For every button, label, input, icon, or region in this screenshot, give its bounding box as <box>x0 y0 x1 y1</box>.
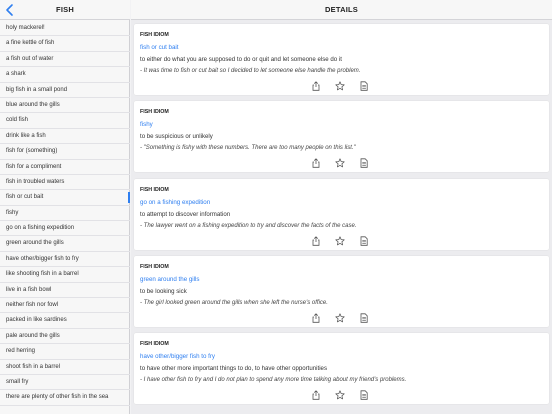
idiom-link[interactable]: green around the gills <box>140 276 200 283</box>
card-actions <box>311 236 371 246</box>
idiom-example: - The girl looked green around the gills… <box>140 300 328 306</box>
sidebar-item[interactable]: holy mackerel! <box>0 21 130 37</box>
document-icon[interactable] <box>359 390 369 400</box>
idiom-meaning: to be looking sick <box>140 288 187 295</box>
sidebar-item[interactable]: there are plenty of other fish in the se… <box>0 390 130 406</box>
card-actions <box>311 158 371 168</box>
card-actions <box>311 390 371 400</box>
document-icon[interactable] <box>359 236 369 246</box>
sidebar-item[interactable]: have other/bigger fish to fry <box>0 252 130 268</box>
share-icon[interactable] <box>311 236 321 246</box>
idiom-example: - I have other fish to fry and I do not … <box>140 377 407 383</box>
card-actions <box>311 81 371 91</box>
sidebar-item[interactable]: neither fish nor fowl <box>0 298 130 314</box>
sidebar-item[interactable]: fish for a compliment <box>0 160 130 175</box>
sidebar-item[interactable]: fishy <box>0 206 130 222</box>
sidebar-item[interactable]: fish or cut bait <box>0 190 130 206</box>
details-pane: DETAILS FISH IDIOM fish or cut bait to eit… <box>131 0 552 414</box>
sidebar-item[interactable]: big fish in a small pond <box>0 83 130 98</box>
card-category: FISH IDIOM <box>140 109 169 115</box>
idiom-link[interactable]: fishy <box>140 121 153 128</box>
details-title: DETAILS <box>325 5 358 14</box>
idiom-list: holy mackerel! a fine kettle of fish a fis… <box>0 21 130 406</box>
idiom-link[interactable]: have other/bigger fish to fry <box>140 353 215 360</box>
sidebar-item[interactable]: a fish out of water <box>0 52 130 68</box>
idiom-card: FISH IDIOM go on a fishing expedition to a… <box>134 179 549 250</box>
sidebar-item[interactable]: cold fish <box>0 113 130 129</box>
sidebar-item[interactable]: red herring <box>0 344 130 360</box>
star-icon[interactable] <box>335 236 345 246</box>
idiom-card: FISH IDIOM fishy to be suspicious or unlik… <box>134 101 549 172</box>
sidebar-item[interactable]: green around the gills <box>0 236 130 252</box>
app-window: FISH holy mackerel! a fine kettle of fish… <box>0 0 552 414</box>
sidebar-item[interactable]: blue around the gills <box>0 98 130 114</box>
sidebar-item[interactable]: packed in like sardines <box>0 313 130 329</box>
sidebar-item[interactable]: fish in troubled waters <box>0 175 130 191</box>
sidebar-item[interactable]: go on a fishing expedition <box>0 221 130 237</box>
card-actions <box>311 313 371 323</box>
sidebar-item[interactable]: a shark <box>0 67 130 83</box>
star-icon[interactable] <box>335 390 345 400</box>
sidebar-item[interactable]: shoot fish in a barrel <box>0 360 130 375</box>
document-icon[interactable] <box>359 81 369 91</box>
card-category: FISH IDIOM <box>140 32 169 38</box>
sidebar-item[interactable]: drink like a fish <box>0 129 130 145</box>
sidebar-item[interactable]: live in a fish bowl <box>0 283 130 299</box>
idiom-card: FISH IDIOM have other/bigger fish to fry t… <box>134 333 549 404</box>
idiom-meaning: to have other more important things to d… <box>140 365 327 372</box>
sidebar-header: FISH <box>0 0 130 20</box>
sidebar-title: FISH <box>56 5 74 14</box>
details-header: DETAILS <box>131 0 552 20</box>
sidebar-item[interactable]: a fine kettle of fish <box>0 36 130 52</box>
sidebar-item[interactable]: fish for (something) <box>0 144 130 160</box>
card-category: FISH IDIOM <box>140 187 169 193</box>
idiom-example: - It was time to fish or cut bait so I d… <box>140 68 361 74</box>
card-category: FISH IDIOM <box>140 341 169 347</box>
star-icon[interactable] <box>335 158 345 168</box>
sidebar: FISH holy mackerel! a fine kettle of fish… <box>0 0 130 414</box>
idiom-example: - "Something is fishy with these numbers… <box>140 145 356 151</box>
sidebar-item[interactable]: like shooting fish in a barrel <box>0 267 130 283</box>
sidebar-item[interactable]: pale around the gills <box>0 329 130 345</box>
idiom-card: FISH IDIOM fish or cut bait to either do w… <box>134 24 549 95</box>
idiom-meaning: to attempt to discover information <box>140 211 231 218</box>
idiom-example: - The lawyer went on a fishing expeditio… <box>140 223 357 229</box>
idiom-card: FISH IDIOM green around the gills to be lo… <box>134 256 549 327</box>
sidebar-item[interactable]: small fry <box>0 375 130 391</box>
star-icon[interactable] <box>335 313 345 323</box>
document-icon[interactable] <box>359 158 369 168</box>
share-icon[interactable] <box>311 390 321 400</box>
document-icon[interactable] <box>359 313 369 323</box>
share-icon[interactable] <box>311 158 321 168</box>
share-icon[interactable] <box>311 313 321 323</box>
share-icon[interactable] <box>311 81 321 91</box>
idiom-link[interactable]: fish or cut bait <box>140 44 179 51</box>
idiom-meaning: to be suspicious or unlikely <box>140 133 213 140</box>
idiom-link[interactable]: go on a fishing expedition <box>140 199 210 206</box>
card-category: FISH IDIOM <box>140 264 169 270</box>
idiom-meaning: to either do what you are supposed to do… <box>140 56 342 63</box>
star-icon[interactable] <box>335 81 345 91</box>
